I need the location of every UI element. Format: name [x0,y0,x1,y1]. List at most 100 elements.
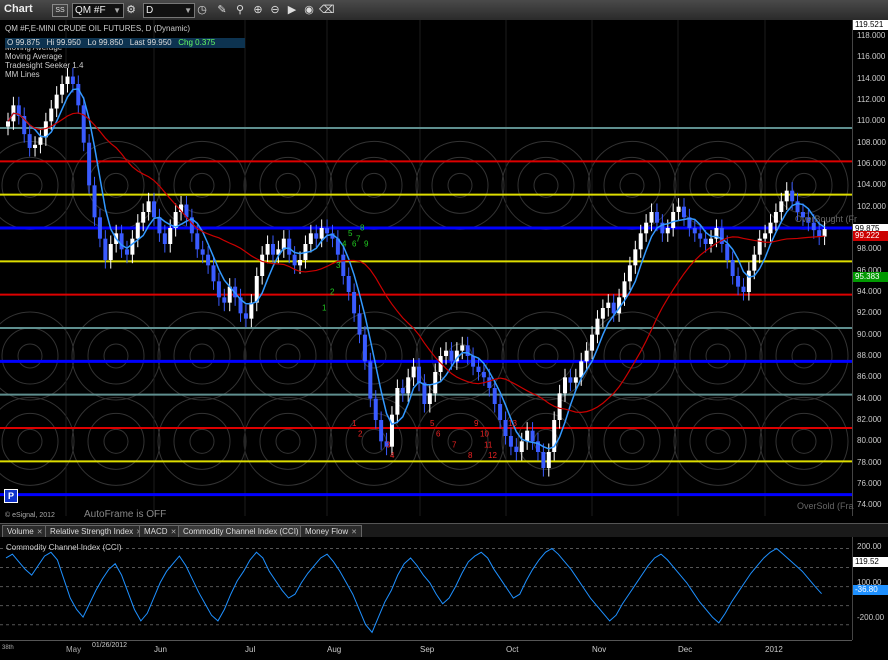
candle-body [157,217,162,234]
candle-body [584,350,589,362]
seeker-count-green: 3 [336,261,341,270]
candle-body [368,361,373,399]
background-circle [603,327,661,385]
candle-body [508,436,513,447]
background-circle [759,396,849,486]
candle-body [741,286,746,292]
candle-body [168,228,173,244]
time-label: Nov [592,645,607,654]
candle-body [654,212,659,223]
study-tabs: Volume✕ Relative Strength Index✕ MACD✕ C… [0,523,888,539]
interval-input[interactable]: D ▼ [143,3,195,18]
zoom-in-icon[interactable]: ⊕ [251,3,265,17]
candle-body [773,212,778,223]
background-circle [431,156,489,214]
candle-body [568,377,573,383]
overbought-label: OverBought (Fr [795,214,858,224]
candle-body [763,233,768,239]
cci-tag-high: 119.52 [853,557,888,567]
record-icon[interactable]: ◉ [302,3,316,17]
background-circle [619,343,645,369]
pencil-icon[interactable]: ✎ [215,3,229,17]
candle-body [460,345,465,351]
candle-body [49,108,54,122]
gear-icon[interactable]: ⚙ [124,3,138,17]
seeker-count-red: 9 [474,419,479,428]
background-circle [689,156,747,214]
price-axis-label: 104.000 [857,180,886,190]
background-circle [587,396,677,486]
background-circle [157,140,247,230]
seeker-count-red: 5 [430,419,435,428]
candle-body [308,233,313,244]
play-icon[interactable]: ▶ [285,3,299,17]
candle-body [546,452,551,468]
candle-body [627,265,632,282]
candle-body [541,452,546,468]
candle-body [200,249,205,255]
candle-body [346,276,351,292]
background-circle [673,396,763,486]
price-axis-label: 86.000 [857,372,882,382]
study-mm-lines[interactable]: MM Lines [5,70,190,79]
candle-body [563,377,568,394]
candle-body [649,212,654,223]
candle-body [676,206,681,212]
candle-body [692,228,697,234]
candle-body [162,233,167,244]
candle-body [784,190,789,202]
candle-body [487,377,492,388]
candle-body [449,350,454,362]
quote-high: Hi 99.950 [46,38,81,47]
background-circle [71,311,161,401]
app-badge[interactable]: SS [52,4,68,17]
background-circle [259,156,317,214]
chevron-down-icon[interactable]: ▼ [184,4,192,17]
link-icon[interactable]: ⚲ [233,3,247,17]
candle-body [822,229,827,237]
candle-body [87,142,92,186]
close-icon[interactable]: ✕ [171,529,177,536]
symbol-input[interactable]: QM #F ▼ [72,3,124,18]
price-axis-label: 114.000 [857,73,886,83]
time-label: Jul [245,645,256,654]
close-icon[interactable]: ✕ [351,529,357,536]
candle-body [195,233,200,250]
candle-body [411,366,416,378]
candle-body [633,249,638,266]
close-icon[interactable]: ✕ [37,529,43,536]
candle-body [406,377,411,394]
candle-body [292,254,297,266]
study-moving-average-2[interactable]: Moving Average [5,52,190,61]
price-chart[interactable]: 12345678912345678910111213 [0,20,852,516]
background-circle [243,396,333,486]
tab-label: Relative Strength Index [50,527,134,536]
eraser-icon[interactable]: ⌫ [319,3,335,17]
background-circle [501,140,591,230]
background-circle [259,327,317,385]
study-tradesight-seeker[interactable]: Tradesight Seeker 1.4 [5,61,190,70]
candle-body [341,254,346,276]
background-circle [415,140,505,230]
background-circle [619,428,645,454]
candle-body [243,313,248,319]
zoom-out-icon[interactable]: ⊖ [268,3,282,17]
candle-body [357,313,362,335]
background-circle [17,343,43,369]
time-label: Jun [154,645,167,654]
cci-chart[interactable] [0,537,852,640]
candle-body [6,121,10,127]
cci-axis[interactable]: 200.00 100.00 -200.00 119.52 -36.80 [852,537,888,640]
time-label: 2012 [765,645,783,654]
time-axis[interactable]: May Jun Jul Aug Sep Oct Nov Dec 2012 [0,640,852,660]
background-circle [517,327,575,385]
copyright: © eSignal, 2012 [5,512,55,519]
price-axis[interactable]: 118.000 116.000 114.000 112.000 110.000 108.0… [852,20,888,516]
p-badge[interactable]: P [4,489,18,503]
background-circle [103,343,129,369]
clock-icon[interactable]: ◷ [195,3,209,17]
candle-body [60,84,65,95]
chevron-down-icon[interactable]: ▼ [113,4,121,17]
candle-body [249,302,254,319]
price-axis-label: 80.000 [857,436,882,446]
